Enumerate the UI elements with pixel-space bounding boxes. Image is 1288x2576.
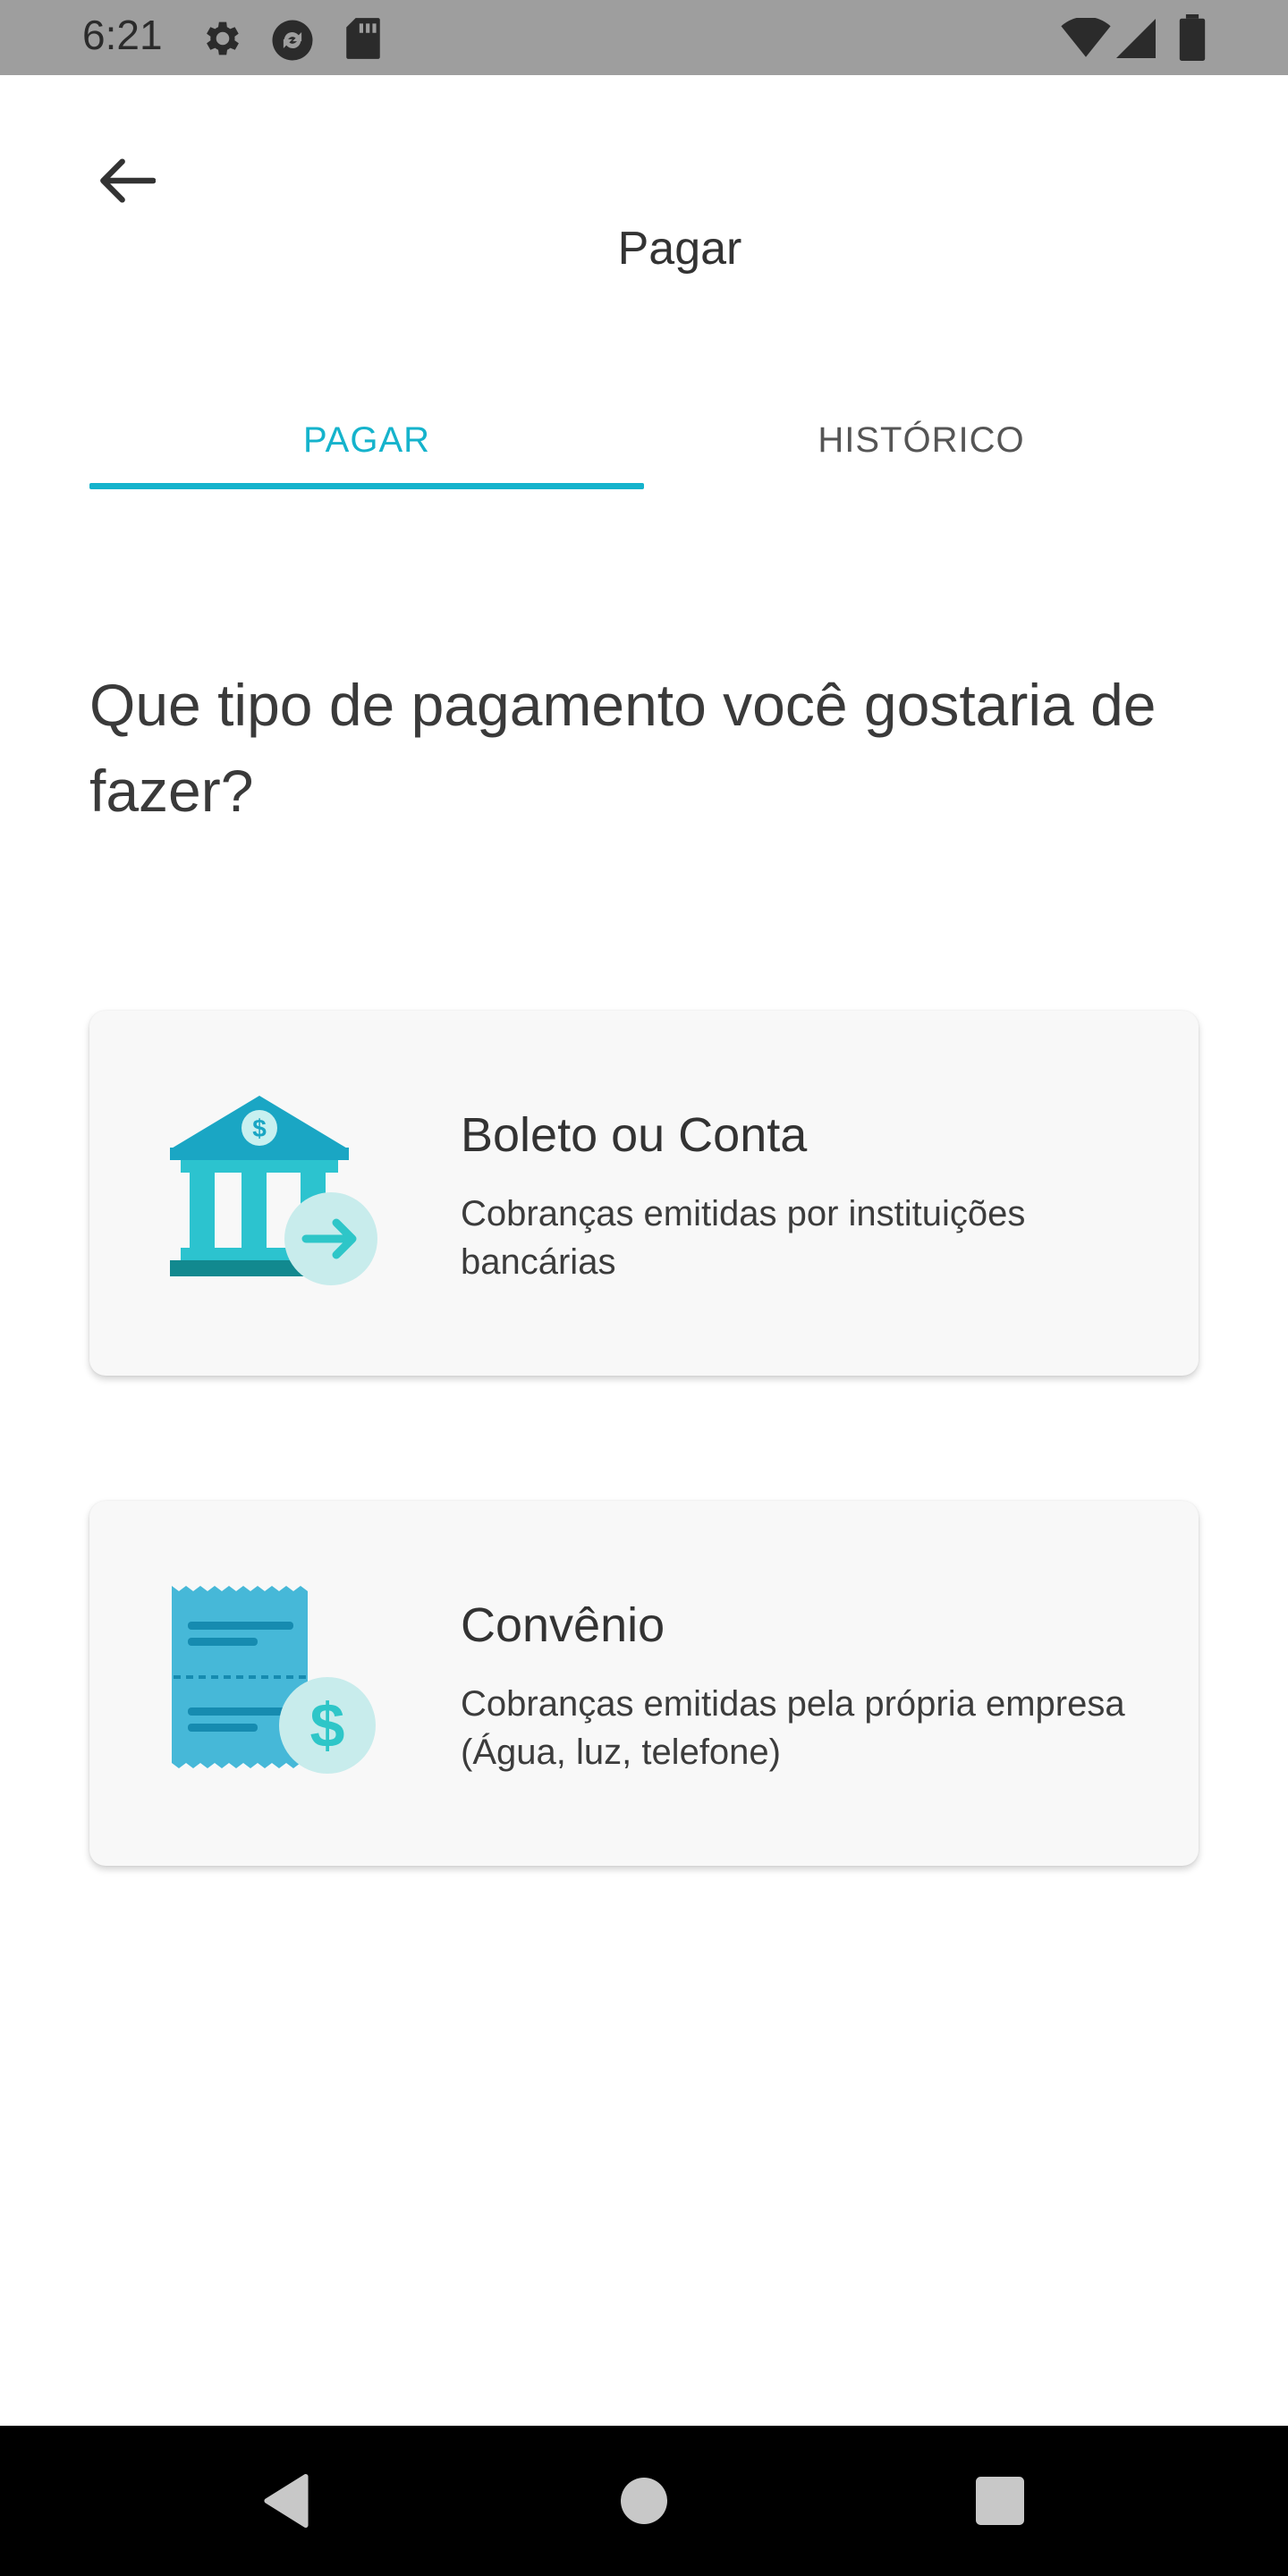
svg-text:$: $ xyxy=(310,1690,345,1760)
wifi-icon xyxy=(1061,18,1111,57)
arrow-back-icon xyxy=(100,158,156,203)
tab-historico[interactable]: HISTÓRICO xyxy=(644,394,1199,492)
option-title: Boleto ou Conta xyxy=(461,1108,808,1162)
back-triangle-icon xyxy=(264,2474,309,2528)
nav-home-button[interactable] xyxy=(569,2426,719,2576)
tab-indicator xyxy=(89,483,644,489)
sd-card-icon xyxy=(346,18,380,59)
question-heading: Que tipo de pagamento você gostaria de f… xyxy=(89,672,1157,824)
svg-text:$: $ xyxy=(252,1114,267,1142)
bank-transfer-icon: $ xyxy=(170,1096,377,1285)
signal-icon xyxy=(1116,19,1156,58)
tab-pagar[interactable]: PAGAR xyxy=(89,394,644,492)
home-circle-icon xyxy=(621,2478,667,2524)
nav-recents-button[interactable] xyxy=(925,2426,1075,2576)
battery-icon xyxy=(1179,14,1206,61)
back-button[interactable] xyxy=(80,134,174,227)
system-nav-bar xyxy=(0,2426,1288,2576)
option-description: Cobranças emitidas pela própria empresa … xyxy=(461,1684,1125,1772)
receipt-dollar-icon: $ xyxy=(172,1586,376,1774)
recents-square-icon xyxy=(976,2477,1024,2525)
status-time: 6:21 xyxy=(82,12,163,58)
option-card-convenio[interactable]: $ Convênio Cobranças emitidas pela própr… xyxy=(89,1501,1199,1866)
option-title: Convênio xyxy=(461,1598,665,1652)
nav-back-button[interactable] xyxy=(211,2426,361,2576)
tab-bar: PAGAR HISTÓRICO xyxy=(89,394,1199,492)
option-description: Cobranças emitidas por instituições banc… xyxy=(461,1194,1026,1282)
option-card-boleto[interactable]: $ Boleto ou Conta Cobranças emitidas por… xyxy=(89,1011,1199,1376)
status-bar: 6:21 xyxy=(0,0,1288,75)
settings-icon xyxy=(207,21,239,55)
page-title: Pagar xyxy=(617,223,742,275)
sync-icon xyxy=(272,20,313,61)
